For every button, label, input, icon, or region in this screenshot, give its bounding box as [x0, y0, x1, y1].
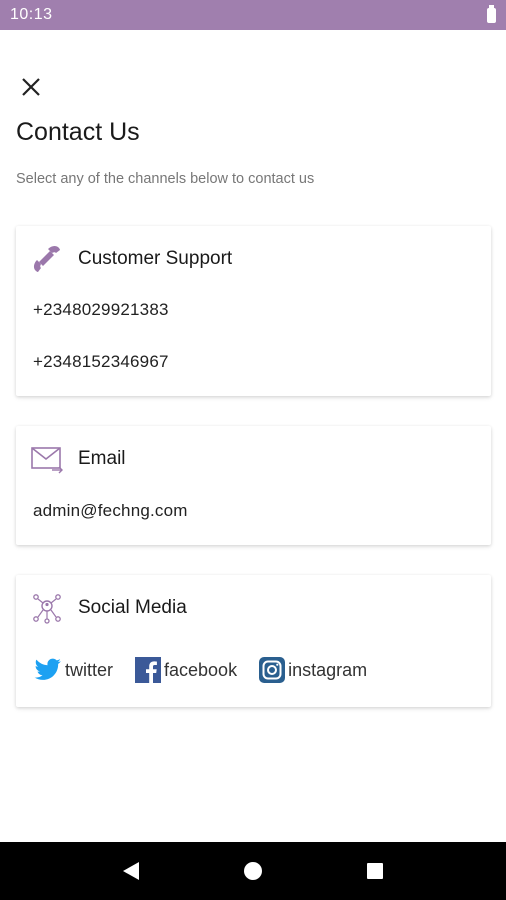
recents-button[interactable]: [355, 851, 395, 891]
customer-support-header: Customer Support: [30, 242, 232, 276]
facebook-icon: [135, 657, 162, 683]
close-icon: [22, 78, 40, 96]
instagram-icon: [259, 657, 286, 683]
facebook-link[interactable]: facebook: [135, 657, 237, 683]
status-bar: 10:13: [0, 0, 506, 30]
navigation-bar: [0, 842, 506, 900]
page-subtitle: Select any of the channels below to cont…: [16, 171, 315, 187]
social-media-header: Social Media: [30, 591, 187, 625]
battery-icon: [487, 4, 496, 23]
phone-number-link[interactable]: +2348152346967: [33, 352, 169, 372]
phone-number-link[interactable]: +2348029921383: [33, 300, 169, 320]
close-button[interactable]: [16, 72, 46, 102]
social-media-card: Social Media twitter facebook instagram: [16, 575, 491, 707]
customer-support-title: Customer Support: [78, 248, 233, 269]
email-title: Email: [78, 448, 126, 469]
twitter-link[interactable]: twitter: [34, 658, 113, 682]
back-button[interactable]: [111, 851, 151, 891]
mail-icon: [30, 442, 64, 476]
page-title: Contact Us: [16, 118, 140, 146]
status-time: 10:13: [10, 6, 53, 23]
social-media-title: Social Media: [78, 597, 187, 618]
back-icon: [123, 862, 139, 880]
facebook-label: facebook: [164, 659, 238, 680]
twitter-icon: [34, 658, 61, 680]
home-icon: [244, 862, 262, 880]
email-address-link[interactable]: admin@fechng.com: [33, 501, 188, 521]
recents-icon: [367, 863, 383, 879]
social-links: twitter facebook instagram: [34, 657, 389, 683]
customer-support-card: Customer Support +2348029921383 +2348152…: [16, 226, 491, 396]
network-icon: [30, 591, 64, 625]
home-button[interactable]: [233, 851, 273, 891]
instagram-label: instagram: [288, 659, 368, 680]
twitter-label: twitter: [65, 659, 114, 680]
phone-icon: [30, 242, 64, 276]
email-header: Email: [30, 442, 126, 476]
email-card: Email admin@fechng.com: [16, 426, 491, 545]
instagram-link[interactable]: instagram: [259, 657, 367, 683]
